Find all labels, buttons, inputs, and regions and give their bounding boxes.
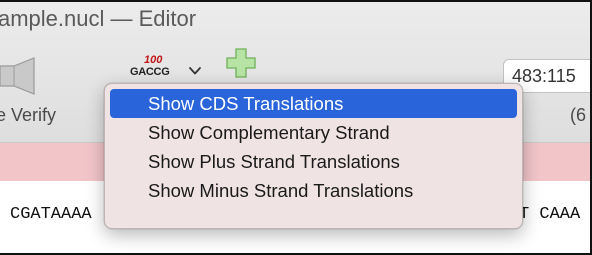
sequence-left: CGATAAAA	[10, 205, 92, 224]
plus-icon[interactable]	[226, 47, 256, 79]
speaker-icon[interactable]	[0, 56, 38, 96]
editor-window: ample.nucl — Editor 100 GACCG 483:115 e …	[0, 0, 592, 255]
sequence-right: T CAAA	[519, 205, 581, 224]
verify-label: e Verify	[0, 105, 57, 125]
count-label: (6	[570, 105, 587, 125]
gaccg-sequence: GACCG	[130, 66, 170, 78]
gaccg-icon[interactable]: 100 GACCG	[127, 54, 177, 84]
window-title: ample.nucl — Editor	[0, 6, 197, 31]
menu-item-show-cds-translations[interactable]: Show CDS Translations	[110, 89, 517, 118]
gaccg-number: 100	[144, 54, 163, 66]
menu-item-show-complementary-strand[interactable]: Show Complementary Strand	[110, 118, 517, 147]
chevron-down-icon[interactable]	[188, 64, 202, 78]
menu-item-show-plus-strand-translations[interactable]: Show Plus Strand Translations	[110, 147, 517, 176]
menu-item-show-minus-strand-translations[interactable]: Show Minus Strand Translations	[110, 176, 517, 205]
display-options-menu: Show CDS Translations Show Complementary…	[104, 83, 523, 229]
